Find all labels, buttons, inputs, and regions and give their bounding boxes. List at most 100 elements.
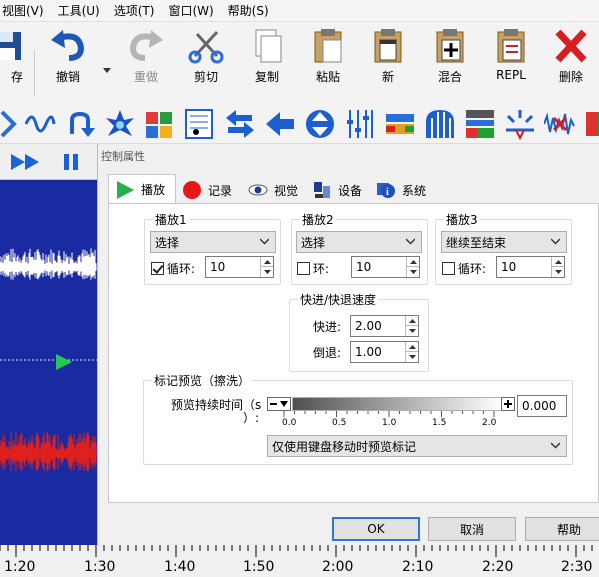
checkbox-unchecked-icon <box>297 262 310 275</box>
tab-visual[interactable]: 视觉 <box>242 176 308 204</box>
spin-down-icon[interactable] <box>405 326 418 336</box>
vertical-split-icon[interactable] <box>304 108 336 140</box>
tab-playback[interactable]: 播放 <box>108 174 176 204</box>
spin-down-icon[interactable] <box>406 267 419 277</box>
paste-icon <box>314 29 342 63</box>
play-icon <box>117 180 134 199</box>
noise-icon[interactable] <box>544 108 576 140</box>
system-icon: i <box>377 183 395 198</box>
menu-options[interactable]: 选项(T) <box>114 2 155 19</box>
slider-tick-label: 2.0 <box>482 418 497 428</box>
delete-button[interactable]: 删除 <box>541 28 599 100</box>
play3-select-value: 继续至结束 <box>446 235 507 250</box>
ff-speed-input[interactable]: 2.00 <box>350 315 419 337</box>
tab-record[interactable]: 记录 <box>176 176 242 204</box>
delete-x-icon <box>555 29 587 63</box>
tab-device-label: 设备 <box>338 183 363 198</box>
play2-loop-checkbox[interactable]: 环: <box>297 260 329 277</box>
undo-button[interactable]: 撤销 <box>38 28 98 100</box>
tab-device[interactable]: 设备 <box>306 176 372 204</box>
play1-select[interactable]: 选择 <box>150 231 276 253</box>
spin-up-icon[interactable] <box>406 257 419 267</box>
save-label: 存 <box>10 70 23 84</box>
amplify-icon[interactable] <box>584 108 599 140</box>
play3-loop-value: 10 <box>501 260 517 274</box>
play3-select[interactable]: 继续至结束 <box>441 231 567 253</box>
timeline-label: 2:10 <box>402 559 434 575</box>
mix-paste-icon <box>436 29 464 63</box>
paste-button[interactable]: 粘贴 <box>298 28 358 100</box>
reverse-icon[interactable] <box>64 108 96 140</box>
copy-button[interactable]: 复制 <box>237 28 297 100</box>
preview-duration-slider[interactable] <box>292 397 502 411</box>
music-notation-icon[interactable] <box>184 108 216 140</box>
help-button[interactable]: 帮助 <box>525 517 599 541</box>
chevron-down-icon <box>406 238 415 245</box>
ok-button[interactable]: OK <box>332 517 420 541</box>
mix-icon[interactable] <box>144 108 176 140</box>
spin-down-icon[interactable] <box>260 267 273 277</box>
spin-down-icon[interactable] <box>405 352 418 362</box>
repl-label: REPL <box>496 68 526 82</box>
menu-tools[interactable]: 工具(U) <box>58 2 100 19</box>
play1-loop-checkbox[interactable]: 循环: <box>151 260 195 277</box>
spin-up-icon[interactable] <box>260 257 273 267</box>
spin-up-icon[interactable] <box>405 342 418 352</box>
save-icon <box>0 32 21 60</box>
cancel-button[interactable]: 取消 <box>428 517 516 541</box>
left-arrow-icon[interactable] <box>264 108 296 140</box>
pause-icon[interactable] <box>63 153 79 171</box>
new-button[interactable]: 新 <box>358 28 418 100</box>
spin-up-icon[interactable] <box>405 316 418 326</box>
rw-speed-input[interactable]: 1.00 <box>350 341 419 363</box>
redo-icon <box>129 30 163 61</box>
ff-label: 快进: <box>313 320 342 334</box>
slider-left-control[interactable] <box>267 397 291 411</box>
play2-select[interactable]: 选择 <box>296 231 422 253</box>
preview-title: 标记预览（擦洗） <box>152 372 253 389</box>
timeline-label: 1:20 <box>4 559 36 575</box>
swap-icon[interactable] <box>224 108 256 140</box>
filter-icon[interactable] <box>464 108 496 140</box>
rw-label: 倒退: <box>313 346 342 360</box>
effects-toolbar <box>0 104 599 144</box>
spark-icon[interactable] <box>504 108 536 140</box>
eye-icon <box>248 184 268 196</box>
spin-up-icon[interactable] <box>551 257 564 267</box>
mix-button[interactable]: 混合 <box>420 28 480 100</box>
plus-icon[interactable] <box>501 397 515 411</box>
slider-tick-label: 1.5 <box>432 418 447 428</box>
new-document-icon <box>374 29 402 63</box>
waveform-graphic <box>0 248 97 472</box>
timeline-ruler[interactable]: 1:20 1:30 1:40 1:50 2:00 2:10 2:20 2:30 <box>0 545 599 577</box>
transport-bar <box>0 144 97 180</box>
spin-down-icon[interactable] <box>551 267 564 277</box>
preview-mode-value: 仅使用键盘移动时预览标记 <box>272 439 417 454</box>
undo-dropdown-icon[interactable] <box>103 68 111 74</box>
play1-loop-count[interactable]: 10 <box>205 256 274 278</box>
spectrum-icon[interactable] <box>384 108 416 140</box>
redo-button[interactable]: 重做 <box>116 28 176 100</box>
menu-view[interactable]: 视图(V) <box>2 2 44 19</box>
burst-icon[interactable] <box>104 108 136 140</box>
preview-duration-label-end: ）: <box>243 411 260 425</box>
play2-title: 播放2 <box>300 211 336 228</box>
preview-duration-input[interactable]: 0.000 <box>517 395 567 417</box>
copy-icon <box>255 29 282 63</box>
play2-loop-count[interactable]: 10 <box>351 256 420 278</box>
equalizer-icon[interactable] <box>344 108 376 140</box>
tab-system[interactable]: i 系统 <box>370 176 436 204</box>
envelope-icon[interactable] <box>0 108 18 140</box>
tunnel-icon[interactable] <box>424 108 456 140</box>
waveform-view[interactable] <box>0 180 97 545</box>
play3-loop-count[interactable]: 10 <box>496 256 565 278</box>
menu-help[interactable]: 帮助(S) <box>228 2 269 19</box>
sine-wave-icon[interactable] <box>24 108 56 140</box>
repl-button[interactable]: REPL <box>481 28 541 100</box>
preview-mode-select[interactable]: 仅使用键盘移动时预览标记 <box>267 435 567 457</box>
fast-forward-icon[interactable] <box>11 153 43 171</box>
cut-button[interactable]: 剪切 <box>176 28 236 100</box>
menu-window[interactable]: 窗口(W) <box>168 2 213 19</box>
save-button[interactable]: 存 <box>0 28 38 100</box>
play3-loop-checkbox[interactable]: 循环: <box>442 260 486 277</box>
